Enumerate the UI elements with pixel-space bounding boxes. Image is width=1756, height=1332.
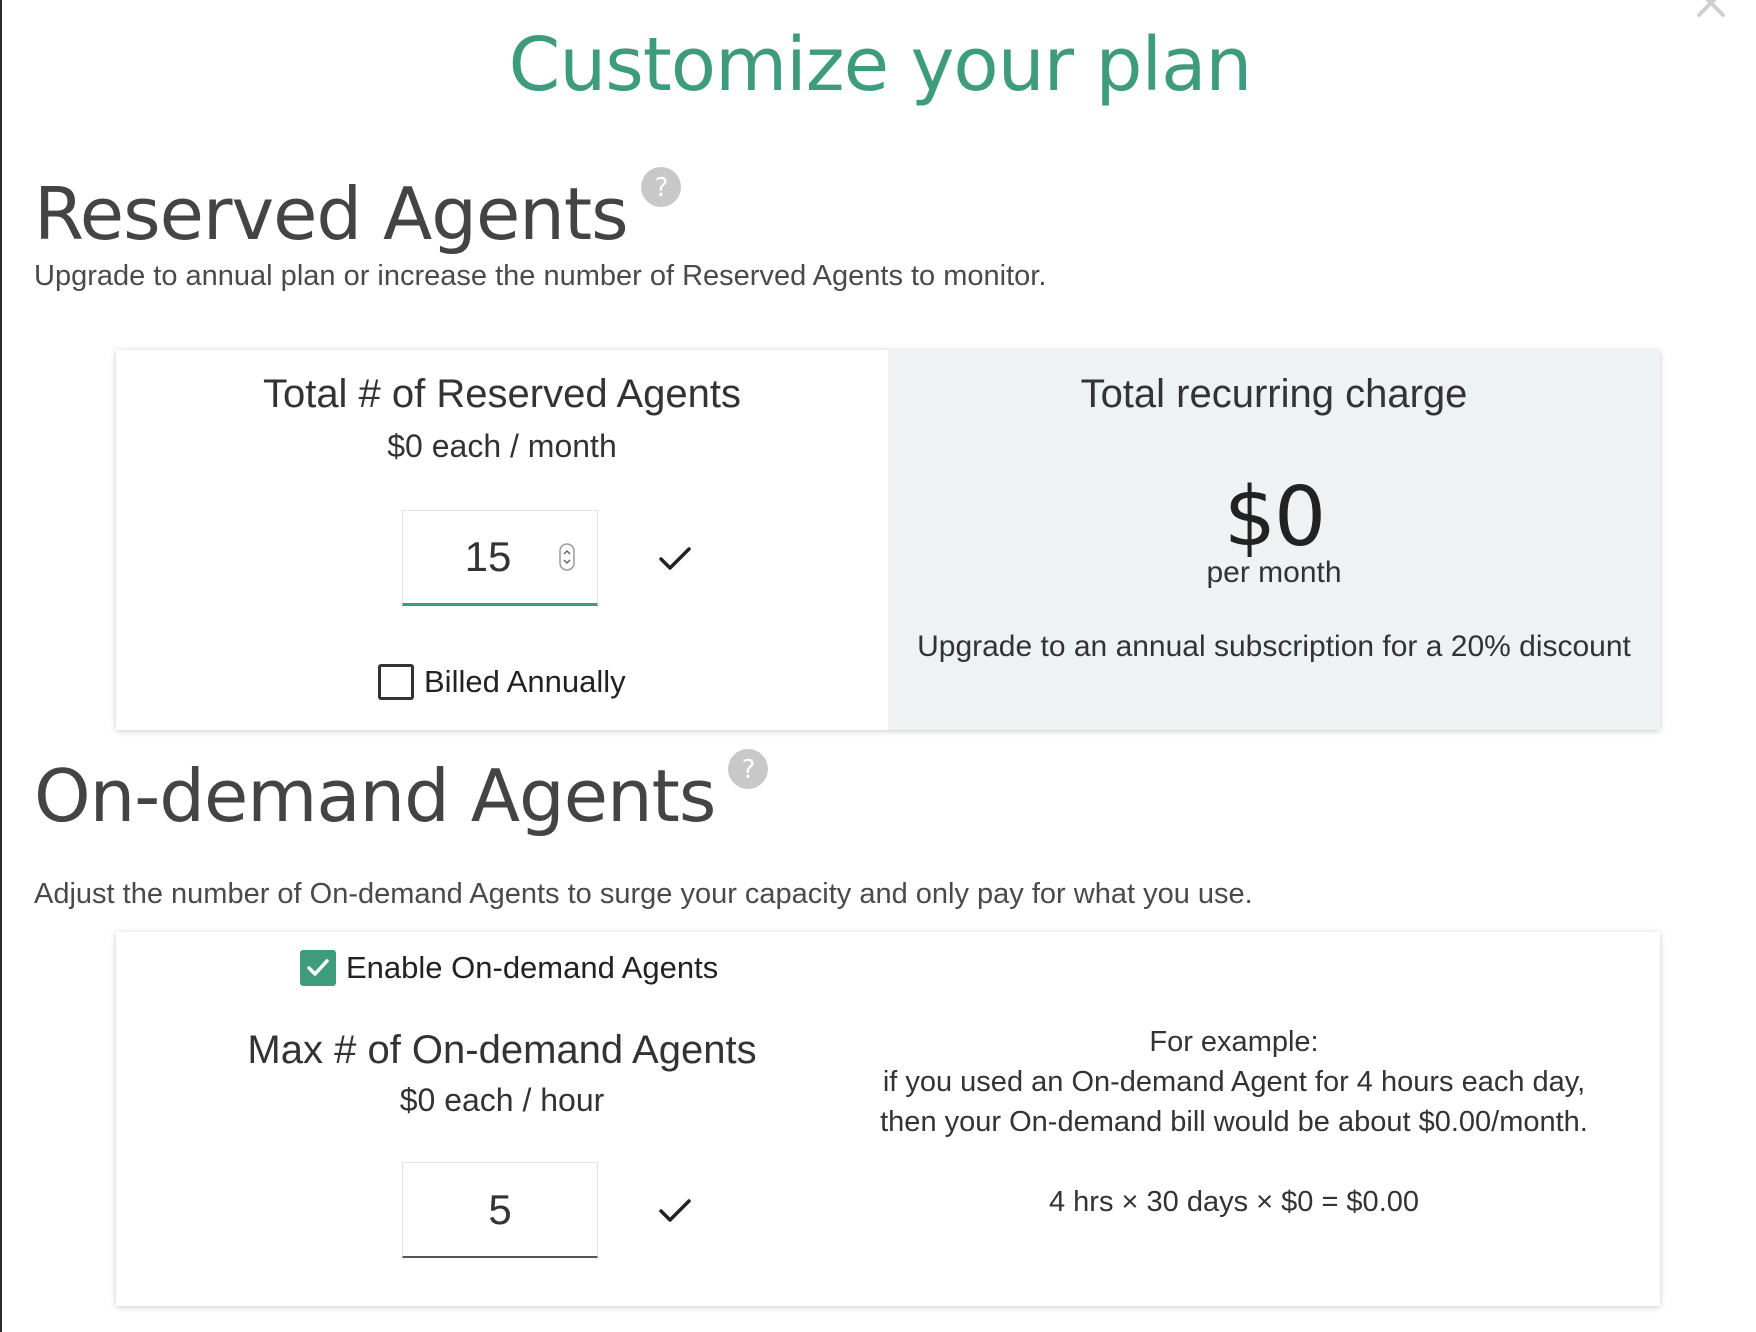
on-demand-price-label: $0 each / hour: [399, 1082, 605, 1118]
recurring-charge-title: Total recurring charge: [1080, 372, 1468, 416]
example-line-2: then your On-demand bill would be about …: [880, 1106, 1588, 1138]
billed-annually-option[interactable]: Billed Annually: [378, 664, 626, 700]
on-demand-count-input[interactable]: 5: [402, 1162, 598, 1258]
reserved-agents-input-label: Total # of Reserved Agents: [262, 372, 742, 416]
reserved-agents-count-value: 15: [464, 533, 512, 580]
recurring-charge-panel: Total recurring charge $0 per month Upgr…: [888, 350, 1660, 730]
svg-text:?: ?: [654, 173, 667, 203]
billed-annually-checkbox[interactable]: [378, 664, 414, 700]
reserved-agents-input-panel: Total # of Reserved Agents $0 each / mon…: [116, 350, 888, 730]
on-demand-agents-title: On-demand Agents: [34, 754, 716, 838]
reserved-agents-count-input[interactable]: 15: [402, 510, 598, 606]
recurring-charge-period: per month: [1206, 556, 1342, 589]
on-demand-input-label: Max # of On-demand Agents: [247, 1028, 757, 1072]
example-formula: 4 hrs × 30 days × $0 = $0.00: [1048, 1186, 1420, 1218]
check-icon: [307, 959, 329, 976]
reserved-agents-card: Total # of Reserved Agents $0 each / mon…: [116, 350, 1660, 730]
help-icon[interactable]: ?: [640, 166, 682, 208]
on-demand-input-panel: Enable On-demand Agents Max # of On-dema…: [116, 932, 888, 1306]
enable-on-demand-checkbox[interactable]: [300, 950, 336, 986]
on-demand-agents-description: Adjust the number of On-demand Agents to…: [34, 878, 1253, 910]
recurring-charge-amount: $0: [1223, 470, 1326, 565]
reserved-agents-title: Reserved Agents: [34, 172, 629, 256]
spinner-icon[interactable]: [559, 543, 575, 571]
page-title: Customize your plan: [508, 22, 1253, 108]
example-line-1: if you used an On-demand Agent for 4 hou…: [882, 1066, 1586, 1098]
reserved-agents-description: Upgrade to annual plan or increase the n…: [34, 260, 1047, 292]
plan-modal: Customize your plan Reserved Agents ? Up…: [0, 0, 1756, 1332]
enable-on-demand-label: Enable On-demand Agents: [346, 950, 719, 985]
reserved-agents-heading: Reserved Agents ?: [34, 167, 682, 256]
reserved-agents-price-label: $0 each / month: [387, 428, 617, 464]
on-demand-count-value: 5: [488, 1185, 512, 1233]
confirm-check-icon[interactable]: [658, 1196, 692, 1226]
on-demand-agents-card: Enable On-demand Agents Max # of On-dema…: [116, 932, 1660, 1306]
close-icon[interactable]: [1694, 0, 1728, 20]
help-icon[interactable]: ?: [727, 748, 769, 790]
on-demand-example-panel: For example: if you used an On-demand Ag…: [880, 932, 1660, 1306]
annual-discount-note: Upgrade to an annual subscription for a …: [917, 630, 1631, 663]
on-demand-agents-heading: On-demand Agents ?: [34, 749, 769, 838]
confirm-check-icon[interactable]: [658, 544, 692, 574]
billed-annually-label: Billed Annually: [424, 664, 626, 699]
example-heading: For example:: [1149, 1026, 1319, 1058]
enable-on-demand-option[interactable]: Enable On-demand Agents: [300, 950, 718, 986]
svg-text:?: ?: [742, 755, 755, 785]
